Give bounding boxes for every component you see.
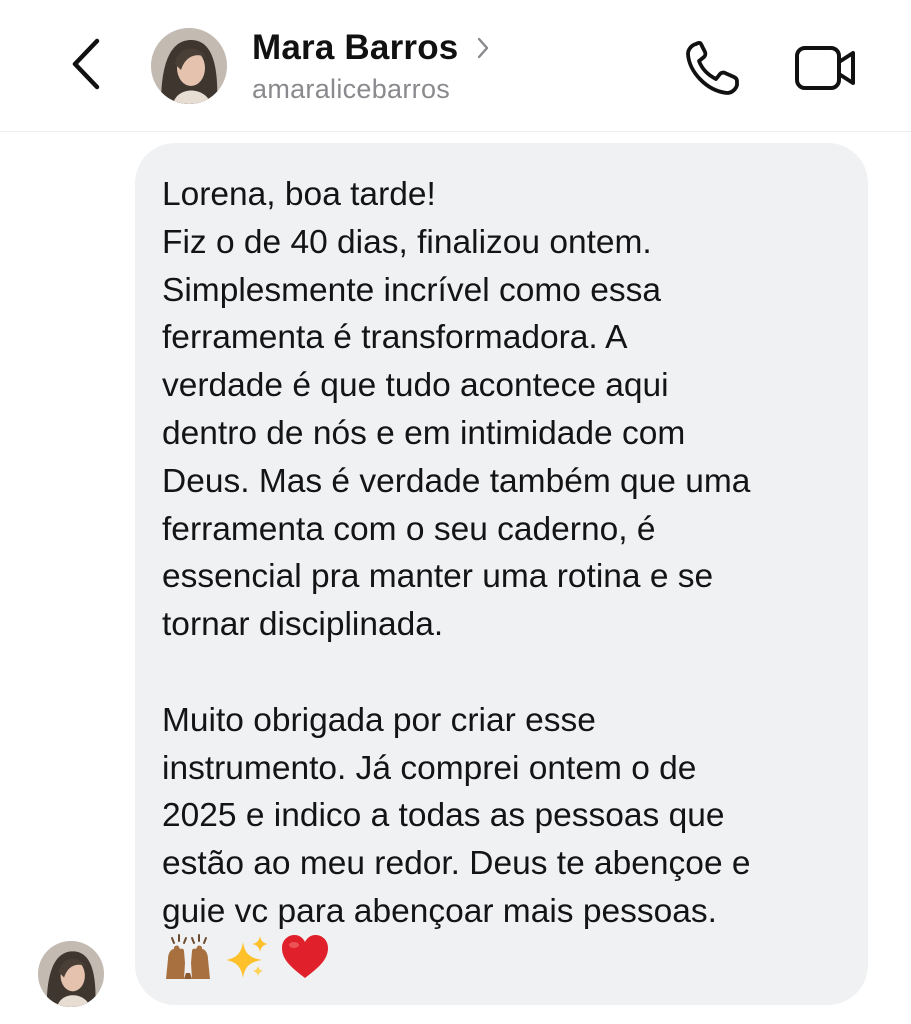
message-line: 2025 e indico a todas as pessoas que xyxy=(162,797,725,835)
sender-avatar[interactable] xyxy=(38,941,104,1007)
call-button[interactable] xyxy=(683,38,743,98)
raising-hands-emoji xyxy=(162,933,214,986)
message-line: Muito obrigada por criar esse xyxy=(162,701,596,739)
message-line: estão ao meu redor. Deus te abençoe e xyxy=(162,845,751,883)
message-bubble[interactable]: Lorena, boa tarde! Fiz o de 40 dias, fin… xyxy=(135,143,868,1005)
contact-name: Mara Barros xyxy=(252,28,459,67)
message-line: Lorena, boa tarde! xyxy=(162,176,436,213)
message-line: instrumento. Já comprei ontem o de xyxy=(162,749,697,787)
chat-header: Mara Barros amaralicebarros xyxy=(0,0,911,132)
video-call-button[interactable] xyxy=(793,40,859,96)
emoji-row xyxy=(162,933,842,986)
contact-title[interactable]: Mara Barros amaralicebarros xyxy=(252,26,490,105)
red-heart-emoji xyxy=(280,934,330,985)
message-line: ferramenta com o seu caderno, é xyxy=(162,510,656,548)
sparkles-emoji xyxy=(224,934,270,985)
phone-icon xyxy=(683,40,743,102)
message-line: dentro de nós e em intimidade com xyxy=(162,414,686,452)
message-line: Simplesmente incrível como essa xyxy=(162,271,661,309)
message-line: tornar disciplinada. xyxy=(162,606,444,644)
chevron-left-icon xyxy=(71,38,101,95)
chevron-right-icon xyxy=(476,37,490,59)
video-camera-icon xyxy=(793,46,859,100)
chat-screen: Mara Barros amaralicebarros Lorena, boa … xyxy=(0,0,911,1024)
message-line: Deus. Mas é verdade também que uma xyxy=(162,462,751,500)
avatar[interactable] xyxy=(151,28,227,104)
message-line: ferramenta é transformadora. A xyxy=(162,319,628,357)
back-button[interactable] xyxy=(58,36,114,96)
contact-username: amaralicebarros xyxy=(252,74,451,104)
message-line: verdade é que tudo acontece aqui xyxy=(162,367,669,405)
message-line: guie vc para abençoar mais pessoas. xyxy=(162,892,717,930)
message-line: essencial pra manter uma rotina e se xyxy=(162,558,714,596)
message-line: Fiz o de 40 dias, finalizou ontem. xyxy=(162,223,652,261)
